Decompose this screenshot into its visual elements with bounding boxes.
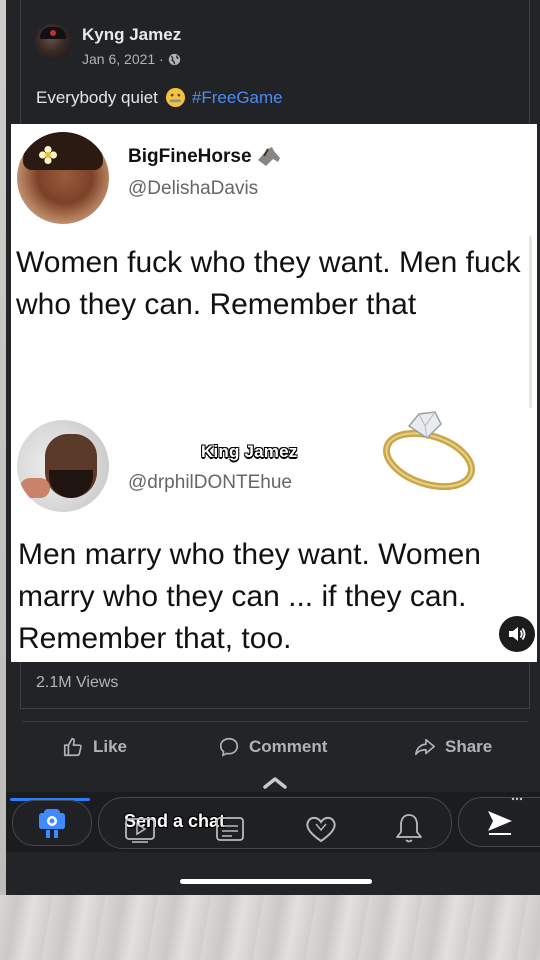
like-label: Like	[93, 737, 128, 756]
camera-icon	[39, 809, 65, 838]
globe-icon	[168, 53, 180, 65]
photo-backdrop-fabric	[0, 895, 540, 960]
action-divider	[22, 721, 528, 722]
tweet1-name-text: BigFineHorse	[128, 146, 252, 167]
volume-button[interactable]	[499, 616, 535, 652]
flower-icon	[39, 146, 57, 164]
more-dots-icon	[511, 797, 523, 801]
share-label: Share	[445, 737, 493, 756]
bell-icon[interactable]	[394, 812, 424, 844]
tweet2-avatar	[17, 420, 109, 512]
post-meta: Jan 6, 2021 ·	[82, 51, 181, 67]
send-arrow-icon	[488, 811, 512, 835]
video-chat-icon[interactable]	[124, 816, 158, 844]
tweet1-display-name: BigFineHorse	[128, 146, 282, 168]
comment-icon	[219, 737, 239, 757]
horse-face-icon	[257, 147, 280, 166]
views-count: 2.1M Views	[36, 674, 119, 691]
like-button[interactable]: Like	[62, 736, 127, 758]
thumbs-up-icon	[63, 737, 82, 757]
cards-icon[interactable]	[214, 814, 246, 844]
hashtag-link[interactable]: #FreeGame	[192, 88, 283, 108]
embedded-screenshot[interactable]: BigFineHorse @DelishaDavis Women fuck wh…	[11, 124, 537, 662]
share-button[interactable]: Share	[414, 736, 492, 758]
home-indicator[interactable]	[180, 879, 372, 884]
tweet1-handle: @DelishaDavis	[128, 178, 259, 199]
tweet2-text: Men marry who they want. Women marry who…	[18, 538, 481, 655]
comment-label: Comment	[249, 737, 328, 756]
comment-button[interactable]: Comment	[218, 736, 327, 758]
chevron-up-icon[interactable]	[262, 775, 288, 789]
zipper-mouth-face-icon	[165, 87, 185, 108]
diamond-ring-icon	[383, 411, 475, 491]
post-caption: Everybody quiet #FreeGame	[36, 87, 283, 108]
post-date[interactable]: Jan 6, 2021 ·	[82, 51, 164, 67]
caption-text: Everybody quiet	[36, 87, 158, 107]
tweet2-handle: @drphilDONTEhue	[128, 472, 292, 493]
share-arrow-icon	[415, 738, 435, 756]
tweet1-avatar	[17, 132, 109, 224]
author-avatar[interactable]	[35, 24, 71, 60]
author-name[interactable]: Kyng Jamez	[82, 25, 181, 45]
camera-button[interactable]	[12, 800, 92, 846]
scroll-indicator	[529, 236, 532, 408]
tweet1-text: Women fuck who they want. Men fuck who t…	[16, 246, 521, 321]
send-button[interactable]	[458, 797, 540, 847]
heart-icon[interactable]	[304, 814, 338, 844]
tweet2-display-name: King Jamez	[201, 442, 298, 461]
speaker-icon	[509, 627, 526, 641]
